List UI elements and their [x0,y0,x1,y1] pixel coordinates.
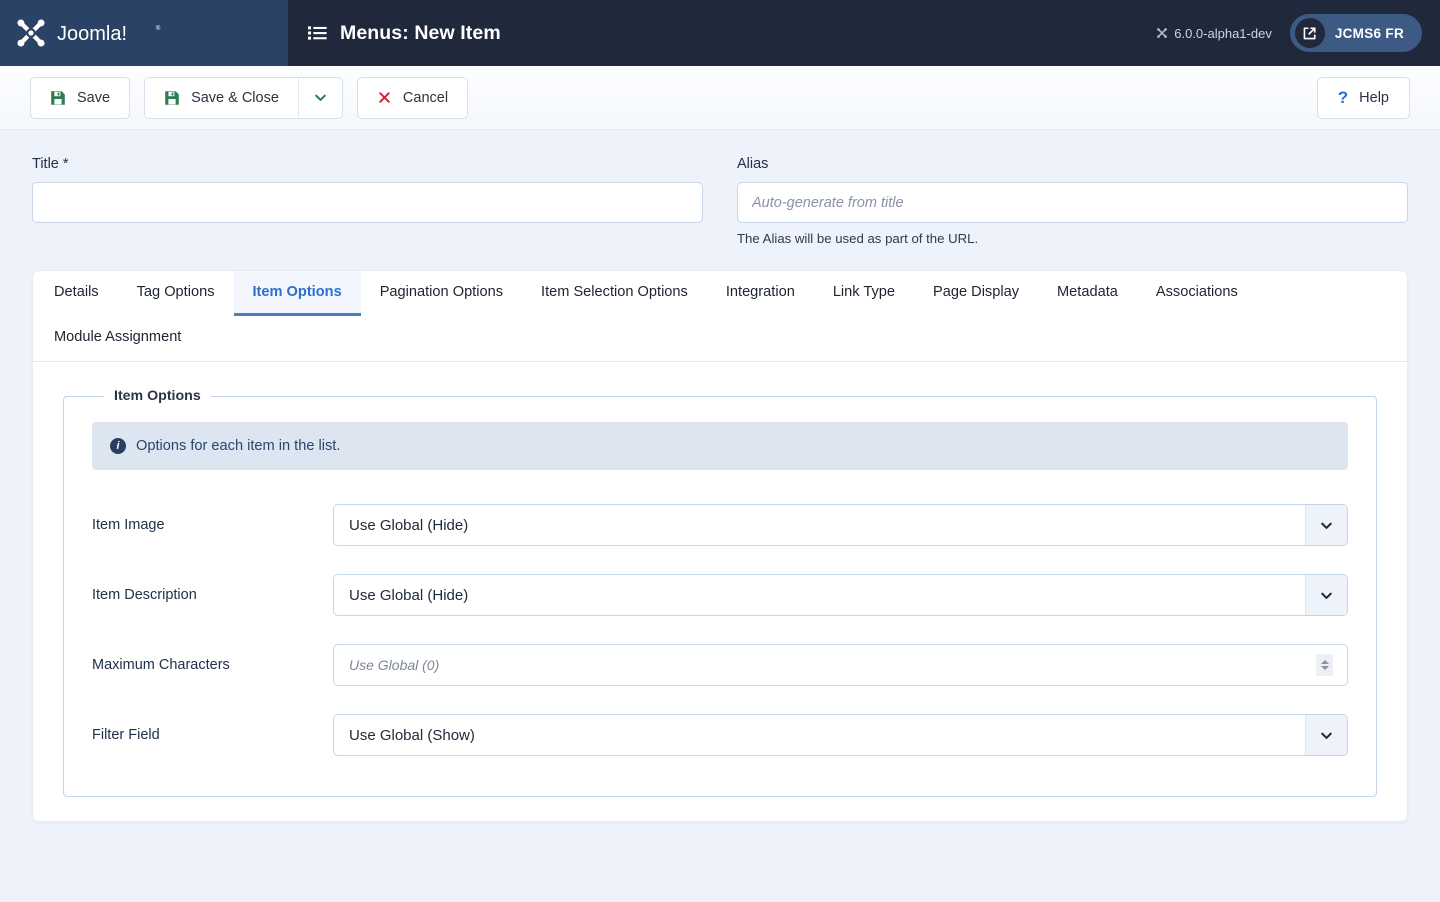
tab-page-display[interactable]: Page Display [914,271,1038,316]
tab-tag-options[interactable]: Tag Options [118,271,234,316]
page-title: Menus: New Item [340,21,501,44]
header-right-group: 6.0.0-alpha1-dev JCMS6 FR [1156,0,1440,66]
info-alert: i Options for each item in the list. [92,422,1348,470]
tab-module-assignment[interactable]: Module Assignment [35,316,200,361]
joomla-logo-icon [17,19,45,47]
app-header: Joomla! ® Menus: New Item 6.0.0-alpha1-d… [0,0,1440,66]
user-account-button[interactable]: JCMS6 FR [1289,14,1422,52]
item-description-select[interactable]: Use Global (Hide) [333,574,1348,616]
help-button-label: Help [1359,89,1389,106]
item-options-panel: Item Options i Options for each item in … [33,362,1407,797]
save-button-label: Save [77,89,111,106]
field-label: Maximum Characters [92,657,230,673]
question-mark-icon: ? [1337,88,1349,107]
save-close-button-group: Save & Close [144,76,343,119]
chevron-down-icon [1305,505,1347,545]
help-button[interactable]: ? Help [1316,76,1410,119]
tab-pagination-options[interactable]: Pagination Options [361,271,522,316]
floppy-disk-icon [165,90,179,105]
info-circle-icon: i [110,438,126,454]
field-label: Item Description [92,587,197,603]
svg-text:Joomla!: Joomla! [57,22,127,44]
filter-field-selected-value: Use Global (Show) [349,726,475,744]
alias-field-group: Alias The Alias will be used as part of … [737,156,1408,246]
svg-text:®: ® [156,24,161,31]
save-and-close-label: Save & Close [191,89,279,106]
form-row: Item Image Use Global (Hide) [92,504,1348,546]
brand-logo[interactable]: Joomla! ® [0,0,288,66]
chevron-down-icon [1305,715,1347,755]
alias-label: Alias [737,156,769,172]
title-field-group: Title * [32,156,703,246]
tab-link-type[interactable]: Link Type [814,271,914,316]
spinner-icon[interactable] [1316,654,1333,676]
form-row: Item Description Use Global (Hide) [92,574,1348,616]
tab-item-options[interactable]: Item Options [233,271,361,316]
list-icon [308,26,327,40]
item-image-selected-value: Use Global (Hide) [349,516,469,534]
item-description-selected-value: Use Global (Hide) [349,586,469,604]
save-options-dropdown-toggle[interactable] [297,76,343,119]
external-link-icon [1294,18,1325,48]
title-label: Title * [32,156,69,172]
version-indicator: 6.0.0-alpha1-dev [1156,26,1272,41]
item-image-select[interactable]: Use Global (Hide) [333,504,1348,546]
editor-card: Details Tag Options Item Options Pagination… [32,270,1408,822]
joomla-mark-icon [1157,28,1168,38]
info-alert-text: Options for each item in the list. [136,438,341,454]
tab-associations[interactable]: Associations [1137,271,1257,316]
tab-integration[interactable]: Integration [707,271,814,316]
toolbar: Save Save & Close Cancel ? Help [0,66,1440,130]
field-control [333,644,1348,686]
chevron-down-icon [315,94,326,101]
maximum-characters-number-field [333,644,1348,686]
tab-details[interactable]: Details [35,271,118,316]
user-name-label: JCMS6 FR [1334,25,1404,41]
cancel-button-label: Cancel [402,89,449,106]
save-button[interactable]: Save [30,76,131,119]
field-label: Filter Field [92,727,160,743]
tab-metadata[interactable]: Metadata [1038,271,1137,316]
form-row: Maximum Characters [92,644,1348,686]
floppy-disk-icon [51,90,65,105]
title-input[interactable] [32,182,703,223]
item-options-fieldset: Item Options i Options for each item in … [63,388,1377,797]
cancel-button[interactable]: Cancel [356,76,469,119]
alias-input[interactable] [737,182,1408,223]
version-text: 6.0.0-alpha1-dev [1174,25,1272,41]
field-label: Item Image [92,517,165,533]
alias-help-text: The Alias will be used as part of the UR… [737,231,979,246]
maximum-characters-input[interactable] [334,645,1316,685]
field-control: Use Global (Show) [333,714,1348,756]
fieldset-legend: Item Options [114,388,201,404]
chevron-down-icon [1305,575,1347,615]
save-and-close-button[interactable]: Save & Close [144,76,299,119]
tab-item-selection-options[interactable]: Item Selection Options [522,271,707,316]
tab-bar: Details Tag Options Item Options Pagination… [33,271,1407,362]
field-control: Use Global (Hide) [333,574,1348,616]
close-x-icon [379,92,390,103]
joomla-wordmark: Joomla! ® [57,22,161,44]
title-alias-row: Title * Alias The Alias will be used as … [0,130,1440,246]
field-control: Use Global (Hide) [333,504,1348,546]
header-title-group: Menus: New Item [288,0,1156,66]
form-rows-container: Item Image Use Global (Hide) Item Descript… [92,504,1348,756]
form-row: Filter Field Use Global (Show) [92,714,1348,756]
filter-field-select[interactable]: Use Global (Show) [333,714,1348,756]
